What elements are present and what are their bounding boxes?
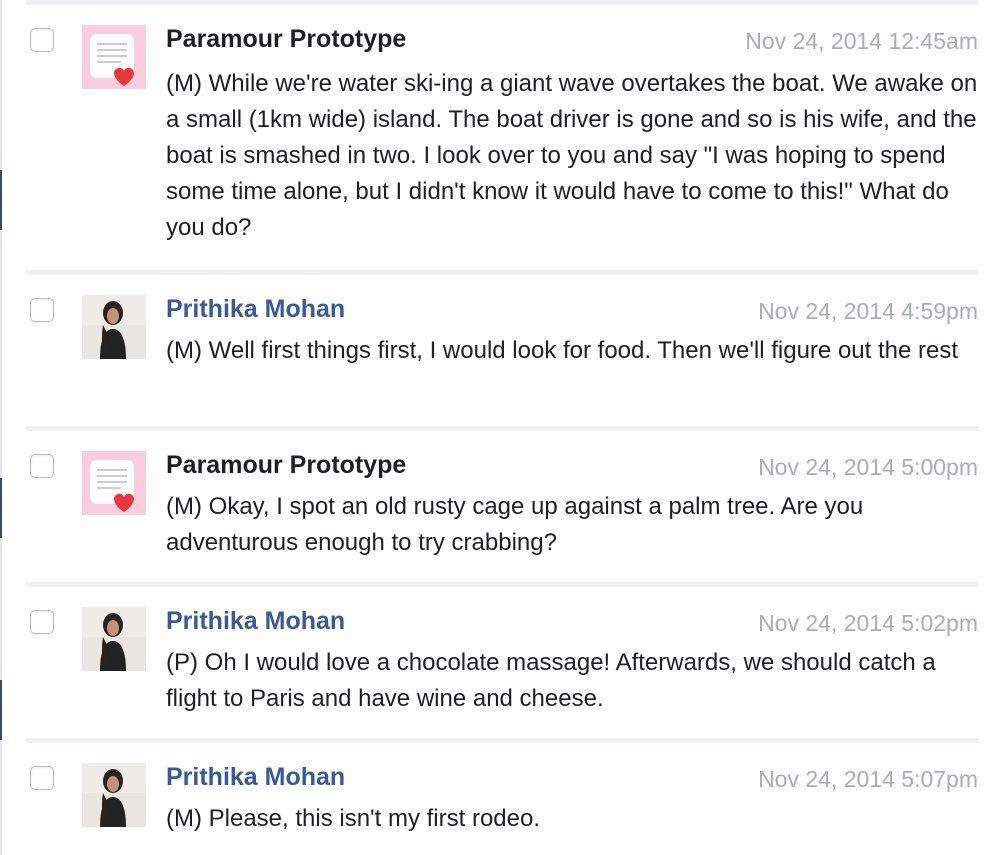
sender-name: Paramour Prototype — [166, 25, 407, 53]
message-body: (M) Okay, I spot an old rusty cage up ag… — [166, 493, 864, 556]
user-photo — [82, 763, 146, 827]
message-row: Prithika Mohan Nov 24, 2014 5:07pm (M) P… — [26, 743, 978, 855]
message-row: Paramour Prototype Nov 24, 2014 12:45am … — [26, 5, 978, 275]
message-timestamp: Nov 24, 2014 5:00pm — [758, 454, 978, 480]
edge-mark — [0, 170, 2, 230]
window-left-edge — [0, 0, 2, 855]
message-timestamp: Nov 24, 2014 4:59pm — [758, 298, 978, 324]
message-body: (M) Please, this isn't my first rodeo. — [166, 805, 541, 832]
select-checkbox[interactable] — [30, 28, 54, 52]
paramour-letter-heart-icon — [82, 451, 146, 515]
select-checkbox[interactable] — [30, 766, 54, 790]
edge-mark — [0, 680, 2, 740]
message-row: Prithika Mohan Nov 24, 2014 5:02pm (P) O… — [26, 587, 978, 743]
message-row: Paramour Prototype Nov 24, 2014 5:00pm (… — [26, 431, 978, 587]
sender-name: Paramour Prototype — [166, 451, 407, 479]
select-checkbox[interactable] — [30, 454, 54, 478]
sender-name: Prithika Mohan — [166, 763, 346, 791]
message-body: (M) Well first things first, I would loo… — [166, 337, 959, 364]
message-row: Prithika Mohan Nov 24, 2014 4:59pm (M) W… — [26, 275, 978, 431]
message-timestamp: Nov 24, 2014 12:45am — [745, 28, 978, 54]
select-checkbox[interactable] — [30, 610, 54, 634]
message-body: (M) While we're water ski-ing a giant wa… — [166, 70, 978, 241]
message-body: (P) Oh I would love a chocolate massage!… — [166, 649, 936, 712]
message-timestamp: Nov 24, 2014 5:07pm — [758, 766, 978, 792]
select-checkbox[interactable] — [30, 298, 54, 322]
paramour-letter-heart-icon — [82, 25, 146, 89]
user-photo — [82, 295, 146, 359]
sender-name: Prithika Mohan — [166, 607, 346, 635]
edge-mark — [0, 478, 2, 538]
sender-name: Prithika Mohan — [166, 295, 346, 323]
message-timestamp: Nov 24, 2014 5:02pm — [758, 610, 978, 636]
user-photo — [82, 607, 146, 671]
